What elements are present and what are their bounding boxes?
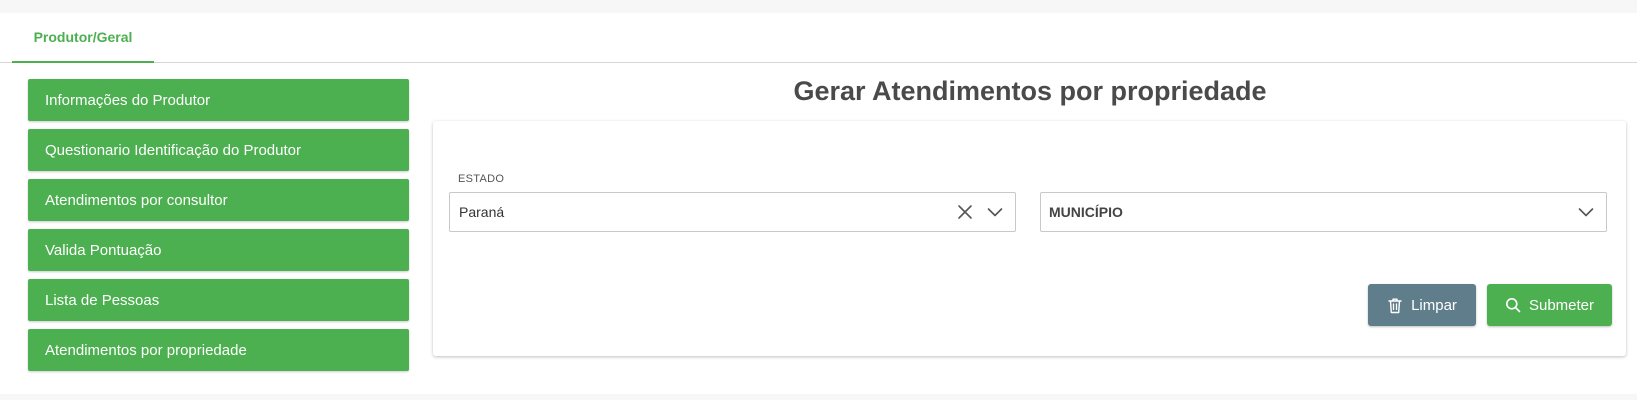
sidebar-item-label: Informações do Produtor <box>45 91 211 109</box>
sidebar-item-atendimentos-consultor[interactable]: Atendimentos por consultor <box>28 179 409 221</box>
estado-value: Paraná <box>459 204 505 220</box>
search-icon <box>1505 297 1521 313</box>
sidebar-item-lista-pessoas[interactable]: Lista de Pessoas <box>28 279 409 321</box>
form-card: ESTADO Paraná MUNICÍPIO Limpar Submeter <box>433 121 1626 356</box>
sidebar-item-questionario[interactable]: Questionario Identificação do Produtor <box>28 129 409 171</box>
sidebar-item-atendimentos-propriedade[interactable]: Atendimentos por propriedade <box>28 329 409 371</box>
page-title: Gerar Atendimentos por propriedade <box>793 76 1267 106</box>
trash-icon <box>1387 297 1403 314</box>
sidebar-item-label: Atendimentos por propriedade <box>45 341 247 359</box>
municipio-placeholder: MUNICÍPIO <box>1049 204 1123 220</box>
sidebar-item-valida-pontuacao[interactable]: Valida Pontuação <box>28 229 409 271</box>
tab-bar: Produtor/Geral <box>0 13 1637 63</box>
estado-select[interactable]: Paraná <box>449 192 1016 232</box>
submeter-label: Submeter <box>1528 296 1595 314</box>
sidebar-item-label: Atendimentos por consultor <box>45 191 228 209</box>
municipio-select[interactable]: MUNICÍPIO <box>1040 192 1607 232</box>
close-icon[interactable] <box>957 204 973 220</box>
estado-label: ESTADO <box>458 173 505 185</box>
submeter-button[interactable]: Submeter <box>1487 284 1612 326</box>
sidebar-item-label: Lista de Pessoas <box>45 291 160 309</box>
sidebar-item-label: Questionario Identificação do Produtor <box>45 141 301 159</box>
chevron-down-icon[interactable] <box>1578 204 1594 220</box>
limpar-label: Limpar <box>1411 296 1457 314</box>
sidebar: Informações do Produtor Questionario Ide… <box>28 79 409 379</box>
chevron-down-icon[interactable] <box>987 204 1003 220</box>
sidebar-item-label: Valida Pontuação <box>45 241 162 259</box>
tab-produtor-geral[interactable]: Produtor/Geral <box>12 13 154 63</box>
limpar-button[interactable]: Limpar <box>1368 284 1476 326</box>
sidebar-item-informacoes-produtor[interactable]: Informações do Produtor <box>28 79 409 121</box>
